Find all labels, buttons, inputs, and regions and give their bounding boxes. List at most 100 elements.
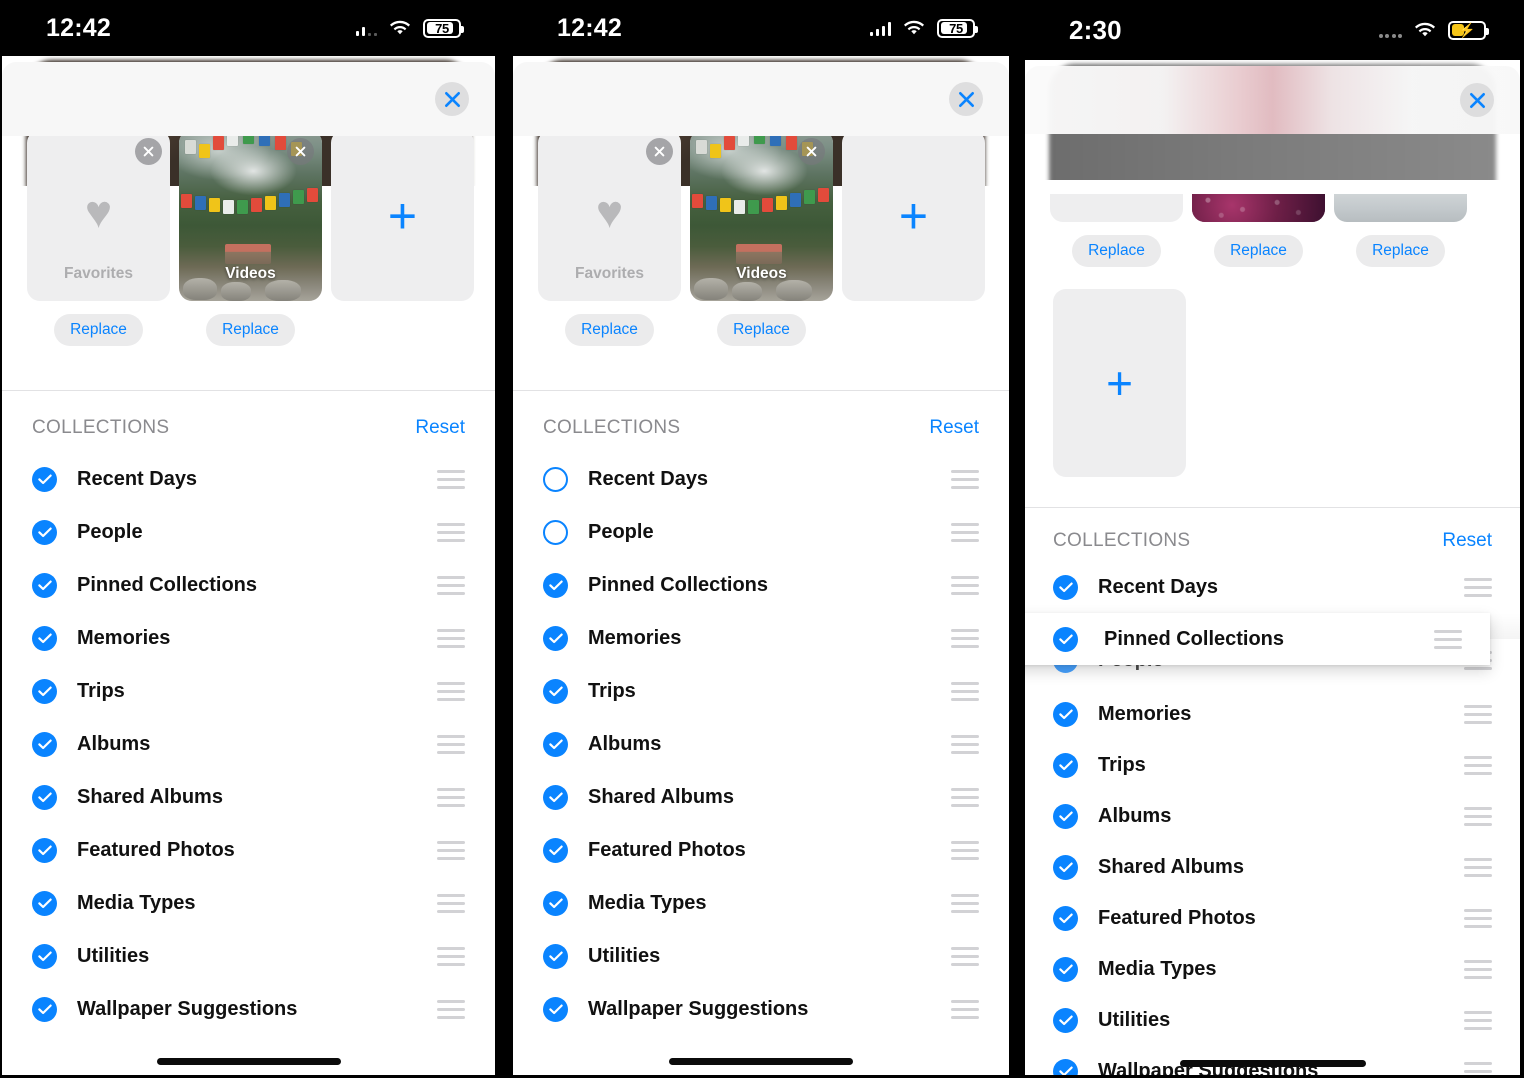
remove-icon[interactable] (798, 138, 825, 165)
tile-videos[interactable]: Videos (179, 130, 322, 301)
list-item[interactable]: Shared Albums (1025, 842, 1520, 893)
checkbox-on[interactable] (32, 732, 57, 757)
drag-handle-icon[interactable] (1464, 1011, 1492, 1030)
list-item[interactable]: Memories (1025, 689, 1520, 740)
drag-handle-icon[interactable] (1464, 807, 1492, 826)
drag-handle-icon[interactable] (951, 576, 979, 595)
list-item[interactable]: Utilities (513, 930, 1009, 983)
remove-icon[interactable] (135, 138, 162, 165)
replace-button[interactable]: Replace (206, 314, 295, 346)
replace-button[interactable]: Replace (1072, 235, 1161, 267)
list-item[interactable]: Recent Days (513, 453, 1009, 506)
list-item[interactable]: Memories (513, 612, 1009, 665)
drag-handle-icon[interactable] (1464, 909, 1492, 928)
checkbox-on[interactable] (1053, 753, 1078, 778)
checkbox-on[interactable] (543, 891, 568, 916)
checkbox-on[interactable] (543, 997, 568, 1022)
drag-handle-icon[interactable] (1464, 705, 1492, 724)
checkbox-on[interactable] (543, 626, 568, 651)
drag-handle-icon[interactable] (951, 788, 979, 807)
close-icon[interactable] (949, 82, 983, 116)
checkbox-off[interactable] (543, 467, 568, 492)
remove-icon[interactable] (646, 138, 673, 165)
checkbox-on[interactable] (32, 573, 57, 598)
checkbox-on[interactable] (543, 732, 568, 757)
replace-button[interactable]: Replace (54, 314, 143, 346)
checkbox-on[interactable] (32, 838, 57, 863)
drag-handle-icon[interactable] (1464, 756, 1492, 775)
reset-button[interactable]: Reset (1442, 530, 1492, 552)
drag-handle-icon[interactable] (437, 629, 465, 648)
drag-handle-icon[interactable] (1464, 858, 1492, 877)
checkbox-on[interactable] (1053, 575, 1078, 600)
drag-handle-icon[interactable] (437, 576, 465, 595)
tile-favorites[interactable]: ♥ Favorites (27, 130, 170, 301)
checkbox-on[interactable] (32, 626, 57, 651)
replace-button[interactable]: Replace (717, 314, 806, 346)
list-item[interactable]: Albums (2, 718, 495, 771)
list-item[interactable]: Trips (513, 665, 1009, 718)
checkbox-on[interactable] (543, 944, 568, 969)
tile-partial[interactable] (1192, 194, 1325, 222)
checkbox-on[interactable] (1053, 957, 1078, 982)
list-item[interactable]: Albums (1025, 791, 1520, 842)
list-item[interactable]: Recent Days (1025, 562, 1520, 613)
replace-button[interactable]: Replace (1214, 235, 1303, 267)
reset-button[interactable]: Reset (929, 417, 979, 439)
list-item[interactable]: Shared Albums (513, 771, 1009, 824)
checkbox-on[interactable] (1053, 804, 1078, 829)
dragged-list-item[interactable]: Pinned Collections (1025, 613, 1490, 665)
drag-handle-icon[interactable] (437, 947, 465, 966)
checkbox-on[interactable] (32, 467, 57, 492)
checkbox-on[interactable] (543, 679, 568, 704)
list-item[interactable]: Pinned Collections (513, 559, 1009, 612)
list-item[interactable]: Albums (513, 718, 1009, 771)
drag-handle-icon[interactable] (951, 947, 979, 966)
drag-handle-icon[interactable] (951, 470, 979, 489)
checkbox-on[interactable] (1053, 626, 1078, 652)
tile-videos[interactable]: Videos (690, 130, 833, 301)
checkbox-on[interactable] (543, 573, 568, 598)
list-item[interactable]: People (2, 506, 495, 559)
checkbox-on[interactable] (543, 785, 568, 810)
drag-handle-icon[interactable] (951, 682, 979, 701)
checkbox-on[interactable] (32, 785, 57, 810)
drag-handle-icon[interactable] (951, 1000, 979, 1019)
checkbox-on[interactable] (543, 838, 568, 863)
list-item[interactable]: Trips (1025, 740, 1520, 791)
close-icon[interactable] (435, 82, 469, 116)
checkbox-on[interactable] (32, 679, 57, 704)
list-item[interactable]: Utilities (1025, 995, 1520, 1046)
close-icon[interactable] (1460, 83, 1494, 117)
list-item[interactable]: People (513, 506, 1009, 559)
checkbox-on[interactable] (1053, 1008, 1078, 1033)
list-item[interactable]: Recent Days (2, 453, 495, 506)
drag-handle-icon[interactable] (951, 735, 979, 754)
drag-handle-icon[interactable] (437, 523, 465, 542)
list-item[interactable]: Memories (2, 612, 495, 665)
list-item[interactable]: Shared Albums (2, 771, 495, 824)
tile-favorites[interactable]: ♥ Favorites (538, 130, 681, 301)
list-item[interactable]: Media Types (2, 877, 495, 930)
tile-partial[interactable] (1050, 194, 1183, 222)
add-tile-button[interactable]: + (1053, 289, 1186, 477)
checkbox-on[interactable] (32, 520, 57, 545)
checkbox-on[interactable] (1053, 855, 1078, 880)
checkbox-on[interactable] (32, 944, 57, 969)
list-item[interactable]: Media Types (1025, 944, 1520, 995)
drag-handle-icon[interactable] (1464, 960, 1492, 979)
checkbox-on[interactable] (32, 891, 57, 916)
drag-handle-icon[interactable] (1464, 578, 1492, 597)
list-item[interactable]: Trips (2, 665, 495, 718)
tile-partial[interactable] (1334, 194, 1467, 222)
drag-handle-icon[interactable] (951, 894, 979, 913)
replace-button[interactable]: Replace (565, 314, 654, 346)
drag-handle-icon[interactable] (437, 788, 465, 807)
list-item[interactable]: Utilities (2, 930, 495, 983)
drag-handle-icon[interactable] (437, 735, 465, 754)
replace-button[interactable]: Replace (1356, 235, 1445, 267)
checkbox-on[interactable] (32, 997, 57, 1022)
drag-handle-icon[interactable] (437, 1000, 465, 1019)
remove-icon[interactable] (287, 138, 314, 165)
checkbox-on[interactable] (1053, 702, 1078, 727)
